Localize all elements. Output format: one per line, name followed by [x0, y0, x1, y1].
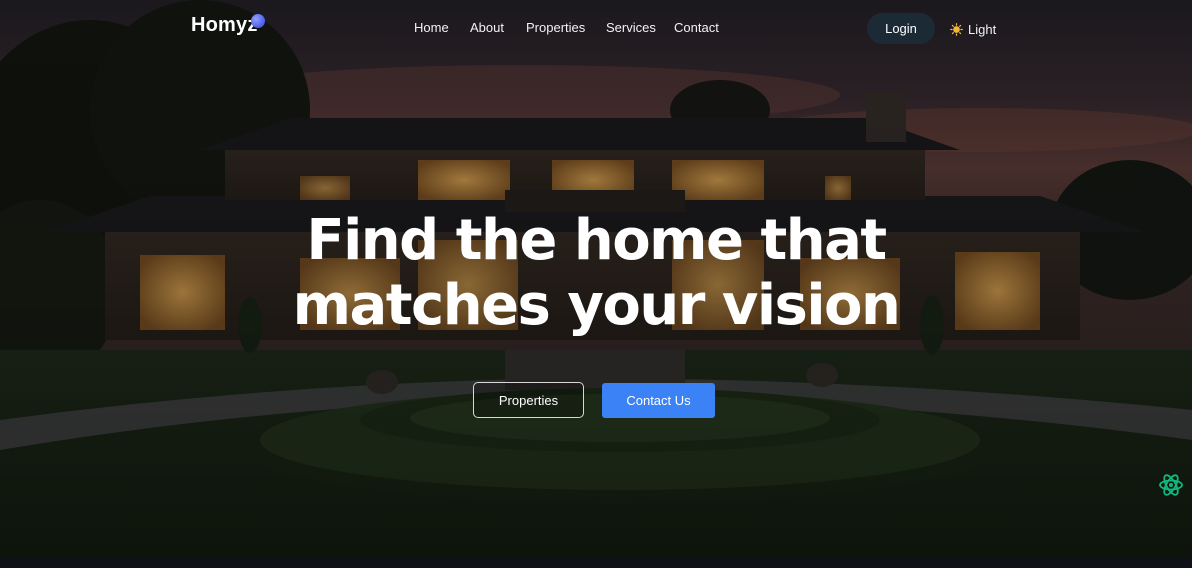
contact-us-button[interactable]: Contact Us [602, 383, 715, 418]
hero-headline-line1: Find the home that [306, 208, 887, 273]
nav-link-about[interactable]: About [470, 20, 504, 35]
properties-button[interactable]: Properties [473, 382, 584, 418]
logo-dot-icon [251, 14, 265, 28]
nav-link-properties[interactable]: Properties [526, 20, 585, 35]
login-button[interactable]: Login [867, 13, 935, 44]
brand-logo[interactable]: Homyz [191, 14, 258, 37]
hero-headline-line2: matches your vision [292, 273, 901, 338]
sun-icon [950, 22, 963, 36]
nav-link-services[interactable]: Services [606, 20, 656, 35]
theme-label: Light [968, 21, 997, 37]
bottom-edge [0, 557, 1192, 568]
hero-section: Homyz Home About Properties Services Con… [0, 0, 1192, 557]
nav-link-home[interactable]: Home [414, 20, 449, 35]
nav-link-contact[interactable]: Contact [674, 20, 719, 35]
atom-icon [1159, 474, 1183, 496]
hero-headline: Find the home that matches your vision [250, 208, 942, 338]
floating-widget-button[interactable] [1157, 471, 1185, 499]
theme-toggle[interactable]: Light [950, 20, 996, 38]
